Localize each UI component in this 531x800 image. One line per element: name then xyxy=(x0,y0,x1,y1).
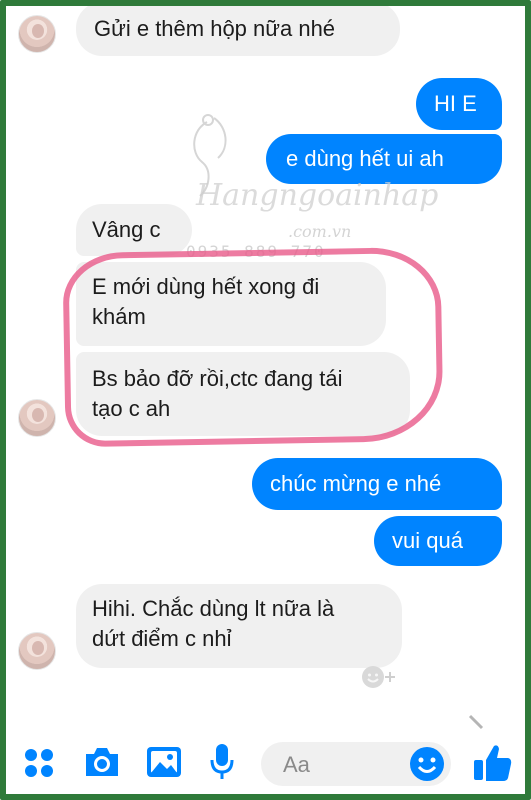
microphone-icon[interactable] xyxy=(208,742,236,782)
outgoing-message[interactable]: HI E xyxy=(416,78,502,130)
add-reaction-icon[interactable] xyxy=(360,664,400,690)
image-icon[interactable] xyxy=(144,744,184,780)
incoming-message[interactable]: Gửi e thêm hộp nữa nhé xyxy=(76,2,400,56)
outgoing-message[interactable]: vui quá xyxy=(374,516,502,566)
contact-avatar[interactable] xyxy=(18,632,56,670)
contact-avatar[interactable] xyxy=(18,15,56,53)
highlight-circle xyxy=(62,246,444,448)
camera-icon[interactable] xyxy=(82,744,122,780)
message-text: vui quá xyxy=(392,528,463,553)
apps-grid-icon[interactable] xyxy=(22,746,56,780)
thumbs-up-icon[interactable] xyxy=(470,740,514,784)
incoming-message[interactable]: Hihi. Chắc dùng lt nữa là dứt điểm c nhỉ xyxy=(76,584,402,668)
message-text: Gửi e thêm hộp nữa nhé xyxy=(94,16,336,41)
outgoing-message[interactable]: chúc mừng e nhé xyxy=(252,458,502,510)
message-text: e dùng hết ui ah xyxy=(286,146,444,171)
emoji-icon[interactable] xyxy=(408,745,446,783)
message-text: chúc mừng e nhé xyxy=(270,471,442,496)
message-text: Vâng c xyxy=(92,217,161,242)
watermark-domain: .com.vn xyxy=(288,222,352,241)
message-input-placeholder: Aa xyxy=(283,752,310,777)
seen-indicator-icon xyxy=(468,714,484,730)
incoming-message[interactable]: Vâng c xyxy=(76,204,192,256)
outgoing-message[interactable]: e dùng hết ui ah xyxy=(266,134,502,184)
message-text: Hihi. Chắc dùng lt nữa là xyxy=(92,596,335,621)
message-text: dứt điểm c nhỉ xyxy=(92,626,232,651)
message-text: HI E xyxy=(434,91,477,116)
contact-avatar[interactable] xyxy=(18,399,56,437)
watermark-brand: Hangngoainhap xyxy=(196,178,439,213)
